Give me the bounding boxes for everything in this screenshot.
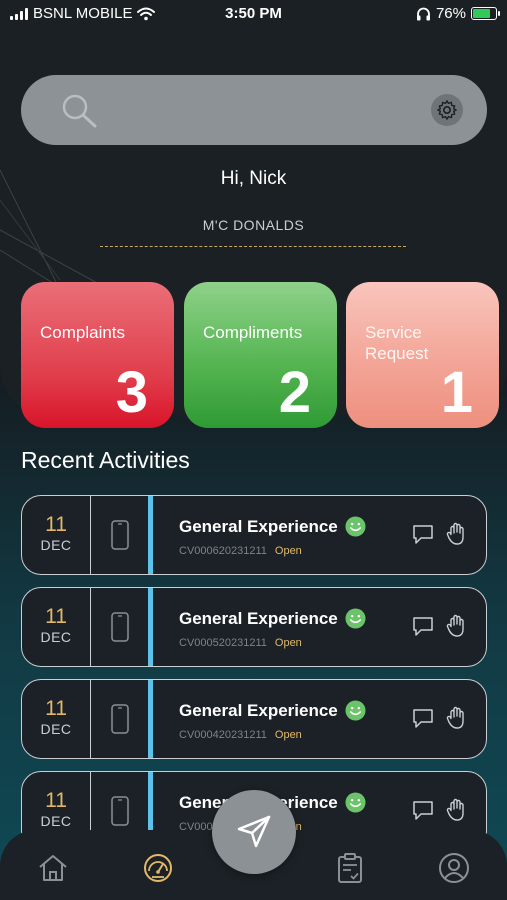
smile-icon	[345, 700, 366, 721]
search-bar[interactable]	[21, 75, 487, 145]
activity-day: 11	[45, 513, 67, 536]
stat-count: 1	[440, 360, 473, 425]
organization-divider	[100, 246, 406, 247]
comment-icon[interactable]	[412, 615, 434, 637]
home-icon[interactable]	[37, 852, 69, 884]
tasks-icon[interactable]	[334, 852, 366, 884]
activity-day: 11	[45, 605, 67, 628]
activity-date: 11 DEC	[22, 588, 91, 666]
activity-item[interactable]: 11 DEC General Experience CV000420231211…	[21, 679, 487, 759]
profile-icon[interactable]	[438, 852, 470, 884]
activity-id: CV000520231211	[179, 637, 267, 649]
mobile-icon	[110, 796, 129, 826]
stat-count: 2	[278, 360, 311, 425]
battery-icon	[471, 7, 500, 20]
stat-label: Complaints	[40, 323, 126, 342]
activity-month: DEC	[40, 537, 72, 553]
mobile-icon	[110, 520, 129, 550]
hand-icon[interactable]	[446, 706, 468, 730]
smile-icon	[345, 792, 366, 813]
comment-icon[interactable]	[412, 707, 434, 729]
gear-icon	[437, 100, 457, 120]
activity-title: General Experience	[179, 608, 366, 629]
activity-status: Open	[274, 729, 302, 741]
activity-channel	[91, 680, 153, 758]
mobile-icon	[110, 612, 129, 642]
activity-date: 11 DEC	[22, 496, 91, 574]
settings-button[interactable]	[431, 94, 463, 126]
activity-date: 11 DEC	[22, 680, 91, 758]
service-request-card[interactable]: Service Request 1	[346, 282, 499, 428]
activity-channel	[91, 588, 153, 666]
compliments-card[interactable]: Compliments 2	[184, 282, 337, 428]
complaints-card[interactable]: Complaints 3	[21, 282, 174, 428]
activity-status: Open	[274, 637, 302, 649]
activity-title: General Experience	[179, 700, 366, 721]
activity-title-text: General Experience	[179, 608, 338, 628]
activity-meta: CV000520231211 Open	[179, 637, 302, 649]
activity-title-text: General Experience	[179, 516, 338, 536]
mobile-icon	[110, 704, 129, 734]
activity-month: DEC	[40, 629, 72, 645]
activity-item[interactable]: 11 DEC General Experience CV000620231211…	[21, 495, 487, 575]
activity-month: DEC	[40, 813, 72, 829]
activity-item[interactable]: 11 DEC General Experience CV000520231211…	[21, 587, 487, 667]
activity-title: General Experience	[179, 516, 366, 537]
activity-month: DEC	[40, 721, 72, 737]
activity-id: CV000420231211	[179, 729, 267, 741]
activity-title-text: General Experience	[179, 700, 338, 720]
stat-label: Service Request	[365, 323, 429, 363]
smile-icon	[345, 608, 366, 629]
organization-name: M'C DONALDS	[202, 217, 305, 233]
search-icon[interactable]	[59, 92, 99, 132]
stat-count: 3	[115, 360, 148, 425]
recent-activities-title: Recent Activities	[21, 447, 190, 473]
activity-day: 11	[45, 697, 67, 720]
activity-meta: CV000420231211 Open	[179, 729, 302, 741]
smile-icon	[345, 516, 366, 537]
activity-status: Open	[274, 545, 302, 557]
hand-icon[interactable]	[446, 522, 468, 546]
hand-icon[interactable]	[446, 798, 468, 822]
activity-channel	[91, 496, 153, 574]
status-bar: BSNL MOBILE 3:50 PM 76%	[0, 0, 507, 28]
activity-day: 11	[45, 789, 67, 812]
dashboard-icon[interactable]	[142, 852, 174, 884]
battery-percent: 76%	[435, 5, 466, 22]
send-button[interactable]	[212, 790, 296, 874]
activity-id: CV000620231211	[179, 545, 267, 557]
stat-label: Compliments	[203, 323, 303, 342]
comment-icon[interactable]	[412, 799, 434, 821]
greeting-text: Hi, Nick	[220, 168, 287, 189]
activity-meta: CV000620231211 Open	[179, 545, 302, 557]
comment-icon[interactable]	[412, 523, 434, 545]
headphones-icon	[416, 7, 430, 20]
hand-icon[interactable]	[446, 614, 468, 638]
send-icon	[237, 815, 271, 848]
